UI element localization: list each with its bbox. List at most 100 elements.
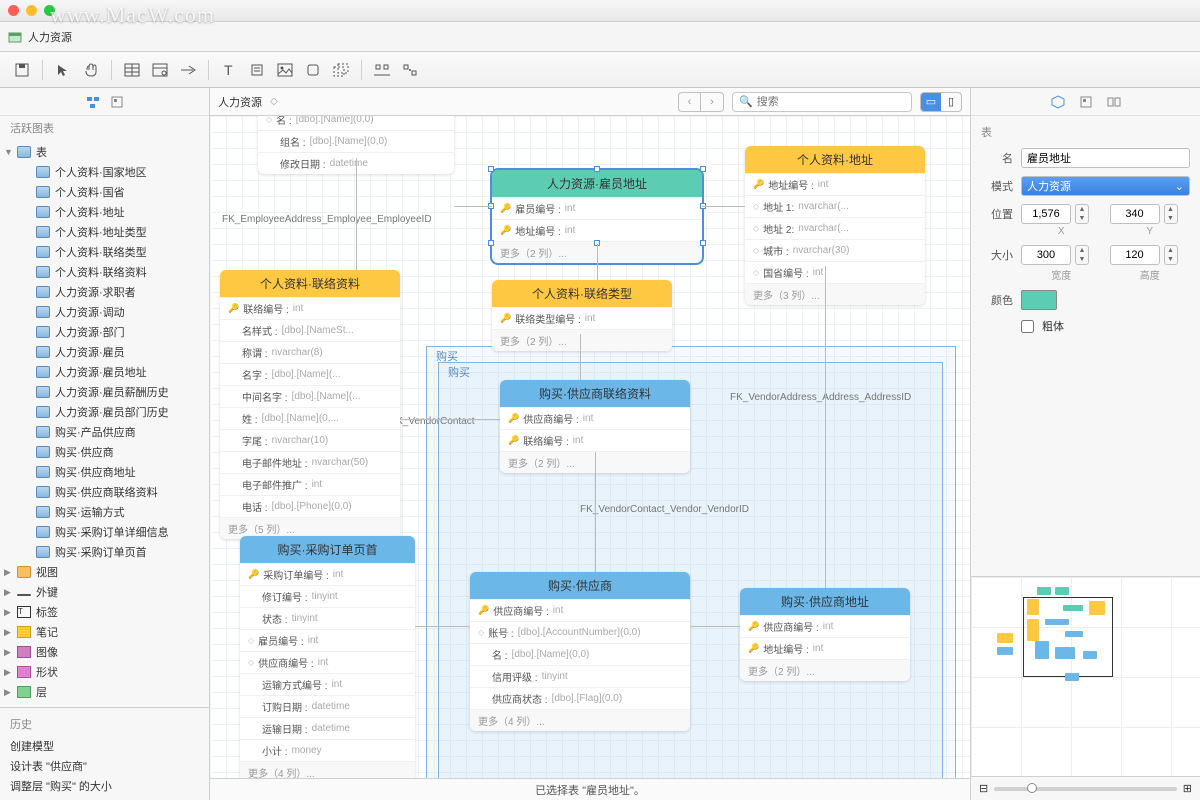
- tree-table-item[interactable]: 人力资源·雇员薪酬历史: [0, 382, 209, 402]
- tree-table-item[interactable]: 购买·供应商联络资料: [0, 482, 209, 502]
- document-tab[interactable]: 人力资源: [28, 29, 72, 45]
- save-button[interactable]: [10, 58, 34, 82]
- entity-contact[interactable]: 个人资料·联络资料 🔑联络编号 :int名样式 :[dbo].[NameSt..…: [220, 270, 400, 539]
- zoom-out-icon[interactable]: ⊟: [979, 782, 988, 795]
- column-row[interactable]: 名字 :[dbo].[Name](...: [220, 363, 400, 385]
- entity-vendor[interactable]: 购买·供应商 🔑供应商编号 :int◇账号 :[dbo].[AccountNum…: [470, 572, 690, 731]
- tree-table-item[interactable]: 人力资源·雇员部门历史: [0, 402, 209, 422]
- column-row[interactable]: 🔑地址编号 :int: [740, 637, 910, 659]
- diagram-canvas[interactable]: 购买 购买 FK_EmployeeAddress_Employee_Employ…: [210, 116, 970, 778]
- column-row[interactable]: 名 :[dbo].[Name](0,0): [470, 643, 690, 665]
- column-row[interactable]: 姓 :[dbo].[Name](0,...: [220, 407, 400, 429]
- distribute-tool[interactable]: [398, 58, 422, 82]
- column-row[interactable]: 🔑供应商编号 :int: [500, 407, 690, 429]
- column-row[interactable]: 运输日期 :datetime: [240, 717, 415, 739]
- column-row[interactable]: ◇城市 :nvarchar(30): [745, 239, 925, 261]
- fk-tool[interactable]: [176, 58, 200, 82]
- tree-shape[interactable]: ▶形状: [0, 662, 209, 682]
- tree-table-item[interactable]: 人力资源·雇员地址: [0, 362, 209, 382]
- disclosure-icon[interactable]: ▶: [4, 587, 12, 598]
- column-row[interactable]: 订购日期 :datetime: [240, 695, 415, 717]
- tree-table-item[interactable]: 购买·采购订单页首: [0, 542, 209, 562]
- note-tool[interactable]: [245, 58, 269, 82]
- tree-table-item[interactable]: 个人资料·地址类型: [0, 222, 209, 242]
- fk-label[interactable]: FK_VendorContact: [390, 416, 475, 427]
- column-row[interactable]: 🔑供应商编号 :int: [470, 599, 690, 621]
- column-row[interactable]: 🔑雇员编号 :int: [492, 197, 702, 219]
- tree-image[interactable]: ▶图像: [0, 642, 209, 662]
- disclosure-icon[interactable]: ▶: [4, 567, 12, 578]
- history-item[interactable]: 设计表 "供应商": [0, 756, 209, 776]
- column-row[interactable]: 🔑地址编号 :int: [492, 219, 702, 241]
- column-row[interactable]: 🔑联络类型编号 :int: [492, 307, 672, 329]
- pan-tool[interactable]: [79, 58, 103, 82]
- model-nav-icon[interactable]: [86, 95, 100, 109]
- entity-po-header[interactable]: 购买·采购订单页首 🔑采购订单编号 :int修订编号 :tinyint状态 :t…: [240, 536, 415, 778]
- text-tool[interactable]: T: [217, 58, 241, 82]
- column-row[interactable]: 状态 :tinyint: [240, 607, 415, 629]
- column-row[interactable]: ◇地址 2:nvarchar(...: [745, 217, 925, 239]
- column-row[interactable]: 信用评级 :tinyint: [470, 665, 690, 687]
- entity-contact-type[interactable]: 个人资料·联络类型 🔑联络类型编号 :int 更多（2 列）...: [492, 280, 672, 351]
- minimize-icon[interactable]: [26, 5, 37, 16]
- entity-vendor-addr[interactable]: 购买·供应商地址 🔑供应商编号 :int🔑地址编号 :int 更多（2 列）..…: [740, 588, 910, 681]
- zoom-slider[interactable]: [994, 787, 1177, 791]
- shape-tool[interactable]: [301, 58, 325, 82]
- zoom-icon[interactable]: [44, 5, 55, 16]
- column-row[interactable]: 字尾 :nvarchar(10): [220, 429, 400, 451]
- column-row[interactable]: ◇雇员编号 :int: [240, 629, 415, 651]
- disclosure-icon[interactable]: ▶: [4, 607, 12, 618]
- disclosure-icon[interactable]: ▼: [4, 147, 12, 157]
- minimap[interactable]: [971, 576, 1200, 776]
- tree-table-item[interactable]: 购买·运输方式: [0, 502, 209, 522]
- pointer-tool[interactable]: [51, 58, 75, 82]
- h-stepper[interactable]: ▲▼: [1110, 245, 1191, 265]
- column-row[interactable]: 供应商状态 :[dbo].[Flag](0,0): [470, 687, 690, 709]
- tree-table-item[interactable]: 购买·供应商地址: [0, 462, 209, 482]
- layout-1-icon[interactable]: ▭: [921, 93, 941, 111]
- tree-table-item[interactable]: 个人资料·国省: [0, 182, 209, 202]
- align-tool[interactable]: [370, 58, 394, 82]
- tree-table-item[interactable]: 购买·产品供应商: [0, 422, 209, 442]
- fk-label[interactable]: FK_VendorContact_Vendor_VendorID: [580, 504, 749, 515]
- tree-table-item[interactable]: 人力资源·部门: [0, 322, 209, 342]
- column-row[interactable]: 🔑采购订单编号 :int: [240, 563, 415, 585]
- column-row[interactable]: 🔑地址编号 :int: [745, 173, 925, 195]
- layer-tool[interactable]: [329, 58, 353, 82]
- column-row[interactable]: 修订编号 :tinyint: [240, 585, 415, 607]
- image-tool[interactable]: [273, 58, 297, 82]
- tree-table-item[interactable]: 个人资料·地址: [0, 202, 209, 222]
- diagram-nav-icon[interactable]: [110, 95, 124, 109]
- tree-table-item[interactable]: 购买·采购订单详细信息: [0, 522, 209, 542]
- column-row[interactable]: 组名 :[dbo].[Name](0,0): [258, 130, 454, 152]
- tree-table-item[interactable]: 人力资源·调动: [0, 302, 209, 322]
- history-item[interactable]: 创建模型: [0, 736, 209, 756]
- column-row[interactable]: 🔑供应商编号 :int: [740, 615, 910, 637]
- tree-note[interactable]: ▶笔记: [0, 622, 209, 642]
- name-field[interactable]: [1021, 148, 1190, 168]
- column-row[interactable]: 称谓 :nvarchar(8): [220, 341, 400, 363]
- view-tool[interactable]: [148, 58, 172, 82]
- y-stepper[interactable]: ▲▼: [1110, 204, 1191, 224]
- column-row[interactable]: ◇账号 :[dbo].[AccountNumber](0,0): [470, 621, 690, 643]
- tree-root-tables[interactable]: ▼ 表: [0, 142, 209, 162]
- disclosure-icon[interactable]: ▶: [4, 627, 12, 638]
- color-picker[interactable]: [1021, 290, 1057, 310]
- tree-fk[interactable]: ▶外键: [0, 582, 209, 602]
- entity-addr[interactable]: 个人资料·地址 🔑地址编号 :int◇地址 1:nvarchar(...◇地址 …: [745, 146, 925, 305]
- fk-label[interactable]: FK_EmployeeAddress_Employee_EmployeeID: [222, 214, 432, 225]
- w-stepper[interactable]: ▲▼: [1021, 245, 1102, 265]
- disclosure-icon[interactable]: ▶: [4, 647, 12, 658]
- tree-table-item[interactable]: 个人资料·联络类型: [0, 242, 209, 262]
- bold-checkbox[interactable]: [1021, 320, 1034, 333]
- tree-table-item[interactable]: 个人资料·国家地区: [0, 162, 209, 182]
- column-row[interactable]: 电子邮件地址 :nvarchar(50): [220, 451, 400, 473]
- style-tab-icon[interactable]: [1079, 95, 1093, 109]
- column-row[interactable]: 小计 :money: [240, 739, 415, 761]
- column-row[interactable]: ◇名 :[dbo].[Name](0,0): [258, 116, 454, 130]
- layout-2-icon[interactable]: ▯: [941, 93, 961, 111]
- breadcrumb[interactable]: 人力资源 ◇: [218, 94, 278, 110]
- column-row[interactable]: 🔑联络编号 :int: [220, 297, 400, 319]
- column-row[interactable]: 🔑联络编号 :int: [500, 429, 690, 451]
- column-row[interactable]: 名样式 :[dbo].[NameSt...: [220, 319, 400, 341]
